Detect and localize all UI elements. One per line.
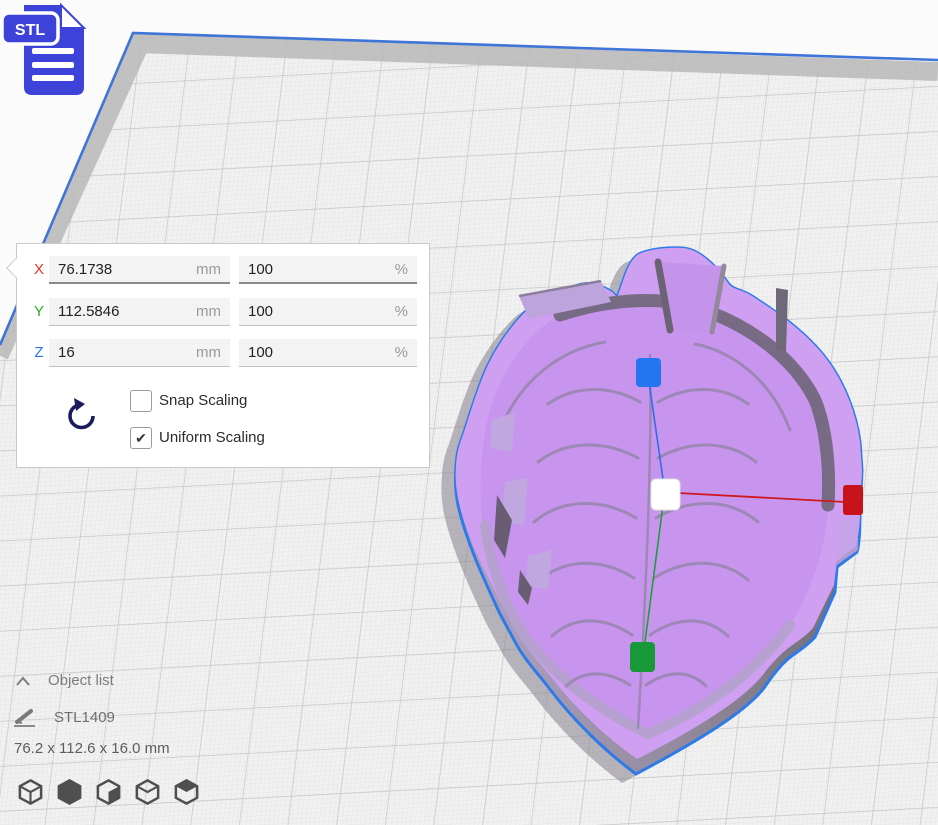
chevron-up-icon: [14, 675, 32, 687]
scale-x-field[interactable]: %: [239, 256, 417, 284]
scale-handle-x[interactable]: [843, 485, 863, 515]
model-dimensions-text: 76.2 x 112.6 x 16.0 mm: [14, 740, 170, 757]
scale-z-unit: %: [395, 344, 408, 361]
camera-view-toolbar: [16, 776, 201, 808]
cube-top-face-icon: [172, 776, 201, 808]
size-y-input[interactable]: [58, 303, 196, 320]
uniform-check-glyph: ✔: [135, 430, 147, 447]
snap-scaling-label: Snap Scaling: [159, 392, 247, 409]
document-fold-corner: [61, 5, 84, 28]
scale-x-unit: %: [395, 261, 408, 278]
size-z-input[interactable]: [58, 344, 196, 361]
object-list-title: Object list: [48, 672, 114, 689]
cube-top-edge-icon: [133, 776, 162, 808]
axis-label-z: Z: [28, 344, 50, 361]
snap-scaling-checkbox[interactable]: [130, 390, 152, 412]
view-front-button[interactable]: [55, 776, 84, 808]
size-x-input[interactable]: [58, 261, 196, 278]
object-list-item-label: STL1409: [54, 709, 115, 726]
cube-solid-icon: [55, 776, 84, 808]
rotate-ccw-icon: [63, 394, 101, 434]
size-z-unit: mm: [196, 344, 221, 361]
size-x-field[interactable]: mm: [49, 256, 230, 284]
scale-z-input[interactable]: [248, 344, 395, 361]
application-window: STL X mm % Y mm % Z mm %: [0, 0, 938, 825]
scale-y-unit: %: [395, 303, 408, 320]
size-z-field[interactable]: mm: [49, 339, 230, 367]
size-y-unit: mm: [196, 303, 221, 320]
scale-handle-z[interactable]: [636, 358, 661, 387]
scale-handle-y[interactable]: [630, 642, 655, 672]
view-3d-button[interactable]: [16, 776, 45, 808]
view-right-button[interactable]: [133, 776, 162, 808]
size-y-field[interactable]: mm: [49, 298, 230, 326]
stl-badge-label: STL: [15, 22, 45, 39]
scale-y-field[interactable]: %: [239, 298, 417, 326]
axis-label-x: X: [28, 261, 50, 278]
size-x-unit: mm: [196, 261, 221, 278]
scale-tool-panel: X mm % Y mm % Z mm %: [16, 243, 430, 468]
stl-file-icon[interactable]: STL: [0, 0, 96, 100]
view-top-button[interactable]: [172, 776, 201, 808]
pencil-icon: [12, 706, 38, 728]
reset-scale-button[interactable]: [63, 394, 101, 434]
object-list-item[interactable]: STL1409: [12, 706, 115, 728]
uniform-scaling-checkbox[interactable]: ✔: [130, 427, 152, 449]
object-list-header-row[interactable]: Object list: [14, 672, 114, 689]
scale-z-field[interactable]: %: [239, 339, 417, 367]
scale-x-input[interactable]: [248, 261, 395, 278]
cube-wireframe-icon: [16, 776, 45, 808]
scale-handle-center[interactable]: [651, 479, 680, 510]
axis-label-y: Y: [28, 303, 50, 320]
scale-y-input[interactable]: [248, 303, 395, 320]
view-left-button[interactable]: [94, 776, 123, 808]
uniform-scaling-label: Uniform Scaling: [159, 429, 265, 446]
cube-right-face-icon: [94, 776, 123, 808]
